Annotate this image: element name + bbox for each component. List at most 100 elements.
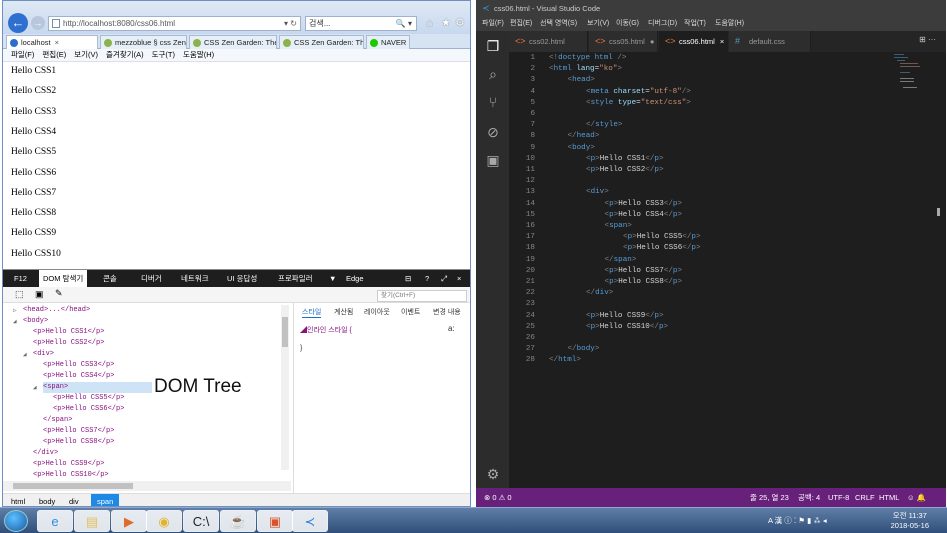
- code-line[interactable]: <p>Hello CSS6</p>: [623, 244, 701, 252]
- dom-node-row[interactable]: <p>Hello CSS3</p>: [43, 360, 114, 371]
- ie-tab[interactable]: CSS Zen Garden: The...: [279, 35, 364, 49]
- gear-icon[interactable]: ⚙: [455, 16, 465, 29]
- indentation[interactable]: 공백: 4: [798, 488, 820, 507]
- code-line[interactable]: <p>Hello CSS9</p>: [586, 312, 664, 320]
- settings-gear-icon[interactable]: ⚙: [484, 465, 502, 483]
- styles-tab[interactable]: 레이아웃: [364, 307, 390, 317]
- editor-tab[interactable]: <> css06.html ×: [659, 31, 728, 52]
- code-line[interactable]: <div>: [586, 188, 609, 196]
- code-line[interactable]: </head>: [568, 132, 600, 140]
- source-control-icon[interactable]: ⑂: [484, 93, 502, 111]
- styles-tab[interactable]: 스타일: [302, 307, 322, 318]
- vscode-menu-item[interactable]: 디버그(D): [648, 17, 677, 31]
- code-line[interactable]: <p>Hello CSS2</p>: [586, 166, 664, 174]
- dom-node-row[interactable]: <p>Hello CSS6</p>: [53, 404, 124, 415]
- close-tab-icon[interactable]: ×: [55, 38, 59, 47]
- explorer-taskbar-icon[interactable]: ▤: [74, 510, 110, 532]
- devtools-tab[interactable]: 디버거: [141, 270, 162, 287]
- ie-menu-item[interactable]: 도움말(H): [183, 50, 214, 59]
- dom-node-row[interactable]: ◢ <body>: [13, 316, 48, 327]
- styles-tab[interactable]: 이벤트: [401, 307, 420, 317]
- code-line[interactable]: </div>: [586, 289, 613, 297]
- debug-icon[interactable]: ⊘: [484, 123, 502, 141]
- editor-actions[interactable]: ⊞ ···: [919, 35, 936, 44]
- dom-node-row[interactable]: <p>Hello CSS10</p>: [33, 470, 109, 481]
- dom-node-row[interactable]: </span>: [43, 415, 72, 426]
- ie-menu-item[interactable]: 편집(E): [42, 50, 66, 59]
- dom-node-row[interactable]: <p>Hello CSS7</p>: [43, 426, 114, 437]
- dom-vertical-scrollbar[interactable]: [281, 305, 289, 470]
- breadcrumb-item[interactable]: body: [39, 494, 55, 506]
- address-bar-buttons[interactable]: ▾ ↻: [284, 17, 297, 30]
- code-line[interactable]: <p>Hello CSS1</p>: [586, 155, 664, 163]
- search-icon[interactable]: ⌕: [484, 65, 502, 83]
- media-player-taskbar-icon[interactable]: ▶: [111, 510, 147, 532]
- ie-menu-item[interactable]: 보기(V): [74, 50, 98, 59]
- ie-tab[interactable]: NAVER: [366, 35, 410, 49]
- code-line[interactable]: </html>: [549, 356, 581, 364]
- ie-menu-item[interactable]: 파일(F): [11, 50, 34, 59]
- vscode-menu-item[interactable]: 작업(T): [684, 17, 706, 31]
- ie-taskbar-icon[interactable]: e: [37, 510, 73, 532]
- feedback-bell-icons[interactable]: ☺ 🔔: [907, 488, 926, 507]
- code-line[interactable]: <!doctype html />: [549, 54, 626, 62]
- dom-node-row[interactable]: ◢ <span>: [33, 382, 167, 393]
- close-tab-icon[interactable]: ×: [720, 37, 724, 46]
- unpin-icon[interactable]: ⤢: [441, 270, 447, 287]
- devtools-tab[interactable]: UI 응답성: [227, 270, 257, 287]
- expand-arrow-icon[interactable]: ◢: [33, 382, 37, 393]
- aa-toggle[interactable]: a:: [448, 324, 455, 333]
- unsaved-dot-icon[interactable]: ●: [650, 37, 655, 46]
- search-input[interactable]: 검색... 🔍 ▾: [305, 16, 417, 31]
- vscode-taskbar-icon[interactable]: ≺: [292, 510, 328, 532]
- code-line[interactable]: <head>: [568, 76, 595, 84]
- devtools-tab[interactable]: 네트워크: [181, 270, 209, 287]
- ie-tab[interactable]: CSS Zen Garden: The...: [189, 35, 277, 49]
- chrome-taskbar-icon[interactable]: ◉: [146, 510, 182, 532]
- dom-node-row[interactable]: <p>Hello CSS1</p>: [33, 327, 104, 338]
- clock[interactable]: 오전 11:37 2018-05-16: [891, 511, 929, 531]
- dom-node-row[interactable]: <p>Hello CSS2</p>: [33, 338, 104, 349]
- forward-arrow-icon[interactable]: →: [31, 16, 45, 30]
- java-taskbar-icon[interactable]: ☕: [220, 510, 256, 532]
- vscode-menu-item[interactable]: 보기(V): [587, 17, 609, 31]
- home-icon[interactable]: ⌂: [426, 17, 433, 29]
- problems-indicator[interactable]: ⊗ 0 ⚠ 0: [484, 488, 512, 507]
- dom-node-row[interactable]: </div>: [33, 448, 58, 459]
- inline-style-rule[interactable]: ◢인라인 스타일 {: [300, 325, 352, 335]
- address-bar[interactable]: http://localhost:8080/css06.html ▾ ↻: [48, 16, 301, 31]
- editor-tab[interactable]: # default.css: [729, 31, 811, 52]
- code-line[interactable]: <p>Hello CSS8</p>: [605, 278, 683, 286]
- dom-horizontal-scrollbar[interactable]: [3, 481, 291, 491]
- devtools-tab[interactable]: Edge: [346, 270, 364, 287]
- system-tray[interactable]: A 漢 ⓘ ⁚ ⚑ ▮ ⁂ ◂: [768, 515, 827, 526]
- minimap[interactable]: [892, 52, 932, 92]
- code-editor[interactable]: 1 <!doctype html /> 2 <html lang="ko"> 3 <hea…: [509, 52, 946, 488]
- color-picker-icon[interactable]: ✎: [55, 288, 63, 299]
- code-line[interactable]: <html lang="ko">: [549, 65, 622, 73]
- extensions-icon[interactable]: ▣: [484, 151, 502, 169]
- vscode-menu-item[interactable]: 도움말(H): [715, 17, 744, 31]
- encoding[interactable]: UTF-8: [828, 488, 849, 507]
- code-line[interactable]: </span>: [605, 256, 637, 264]
- dom-node-row[interactable]: <p>Hello CSS9</p>: [33, 459, 104, 470]
- dom-node-row[interactable]: <p>Hello CSS4</p>: [43, 371, 114, 382]
- code-line[interactable]: <span>: [605, 222, 632, 230]
- help-icon[interactable]: ?: [425, 270, 429, 287]
- devtools-tab[interactable]: DOM 탐색기: [39, 270, 88, 287]
- dock-icon[interactable]: ⊟: [405, 270, 411, 287]
- back-arrow-icon[interactable]: ←: [8, 13, 28, 33]
- code-line[interactable]: </style>: [586, 121, 622, 129]
- breadcrumb-item[interactable]: html: [11, 494, 25, 506]
- code-line[interactable]: <meta charset="utf-8"/>: [586, 88, 691, 96]
- code-line[interactable]: <style type="text/css">: [586, 99, 691, 107]
- editor-tab[interactable]: <> css02.html: [509, 31, 588, 52]
- vscode-menu-item[interactable]: 선택 영역(S): [540, 17, 577, 31]
- expand-arrow-icon[interactable]: ▷: [13, 305, 17, 316]
- dom-node-row[interactable]: ◢ <div>: [23, 349, 54, 360]
- breadcrumb-item[interactable]: div: [69, 494, 79, 506]
- devtools-tab[interactable]: ▼: [329, 270, 336, 287]
- breadcrumb-item[interactable]: span: [91, 494, 120, 506]
- cursor-position[interactable]: 줄 25, 열 23: [750, 488, 789, 507]
- code-line[interactable]: <p>Hello CSS3</p>: [605, 200, 683, 208]
